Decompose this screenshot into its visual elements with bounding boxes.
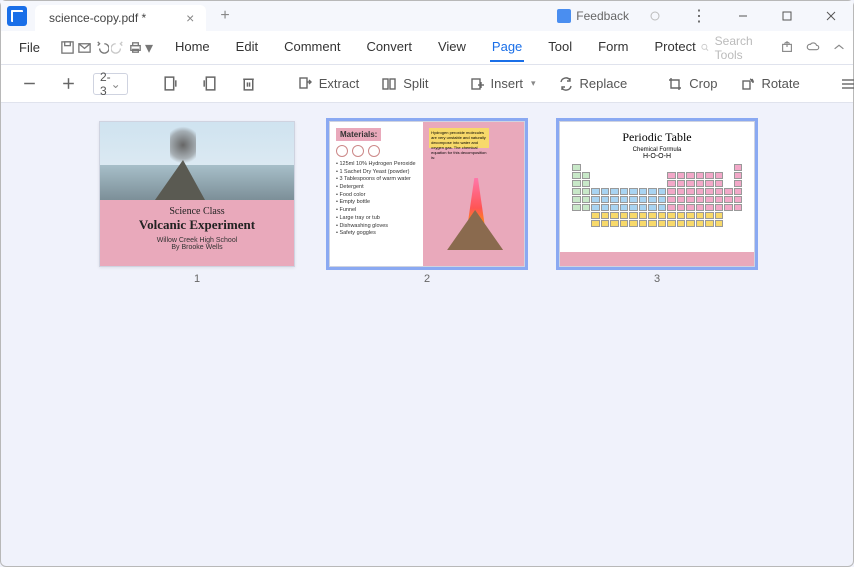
- page-toolbar: 2-3 Extract Split Insert▾ Replace Crop R…: [1, 65, 853, 103]
- search-tools[interactable]: Search Tools: [700, 34, 768, 62]
- minimize-button[interactable]: [725, 2, 761, 30]
- extract-button[interactable]: Extract: [291, 72, 365, 96]
- close-tab-icon[interactable]: ×: [186, 10, 194, 26]
- feedback-button[interactable]: Feedback: [557, 9, 629, 23]
- collapse-icon[interactable]: [832, 39, 846, 57]
- cloud-icon[interactable]: [806, 39, 820, 57]
- insert-blank-after-icon[interactable]: [195, 71, 224, 96]
- tab-title: science-copy.pdf *: [49, 11, 146, 25]
- page-thumbnail-3[interactable]: Periodic Table Chemical Formula H-O-O-H …: [559, 121, 755, 285]
- page-number: 1: [194, 273, 200, 285]
- file-menu[interactable]: File: [11, 36, 48, 59]
- mail-icon[interactable]: [77, 36, 92, 60]
- kebab-menu-icon[interactable]: ⋮: [681, 2, 717, 30]
- feedback-icon: [557, 9, 571, 23]
- page-thumbnail-1[interactable]: Science Class Volcanic Experiment Willow…: [99, 121, 295, 285]
- redo-icon[interactable]: [111, 36, 126, 60]
- tab-edit[interactable]: Edit: [234, 33, 260, 62]
- insert-button[interactable]: Insert▾: [463, 72, 542, 96]
- tab-comment[interactable]: Comment: [282, 33, 342, 62]
- tab-protect[interactable]: Protect: [653, 33, 698, 62]
- split-button[interactable]: Split: [375, 72, 434, 96]
- tab-form[interactable]: Form: [596, 33, 630, 62]
- app-icon: [7, 6, 27, 26]
- tab-convert[interactable]: Convert: [364, 33, 414, 62]
- delete-page-icon[interactable]: [234, 71, 263, 96]
- page-number: 2: [424, 273, 430, 285]
- insert-blank-before-icon[interactable]: [156, 71, 185, 96]
- dropdown-icon[interactable]: ▾: [145, 36, 153, 60]
- undo-icon[interactable]: [94, 36, 109, 60]
- help-icon[interactable]: [637, 2, 673, 30]
- maximize-button[interactable]: [769, 2, 805, 30]
- tab-home[interactable]: Home: [173, 33, 212, 62]
- close-button[interactable]: [813, 2, 849, 30]
- page-range-select[interactable]: 2-3: [93, 73, 128, 95]
- periodic-table-graphic: [572, 164, 742, 227]
- crop-button[interactable]: Crop: [661, 72, 723, 96]
- titlebar: science-copy.pdf * × + Feedback ⋮: [1, 1, 853, 31]
- tab-tool[interactable]: Tool: [546, 33, 574, 62]
- replace-button[interactable]: Replace: [552, 72, 634, 96]
- new-tab-button[interactable]: +: [220, 7, 229, 25]
- more-button[interactable]: More▾: [834, 72, 854, 96]
- page-thumbnail-2[interactable]: Materials: • 125ml 10% Hydrogen Peroxide…: [329, 121, 525, 285]
- page-number: 3: [654, 273, 660, 285]
- tab-view[interactable]: View: [436, 33, 468, 62]
- share-icon[interactable]: [780, 39, 794, 57]
- print-icon[interactable]: [128, 36, 143, 60]
- page-canvas[interactable]: Science Class Volcanic Experiment Willow…: [1, 103, 853, 566]
- rotate-button[interactable]: Rotate: [733, 72, 805, 96]
- zoom-out-button[interactable]: [15, 71, 44, 96]
- save-icon[interactable]: [60, 36, 75, 60]
- zoom-in-button[interactable]: [54, 71, 83, 96]
- main-tabs: Home Edit Comment Convert View Page Tool Form Pr…: [173, 33, 698, 62]
- document-tab[interactable]: science-copy.pdf * ×: [35, 5, 206, 31]
- menubar: File ▾ Home Edit Comment Convert View Page Too…: [1, 31, 853, 65]
- tab-page[interactable]: Page: [490, 33, 524, 62]
